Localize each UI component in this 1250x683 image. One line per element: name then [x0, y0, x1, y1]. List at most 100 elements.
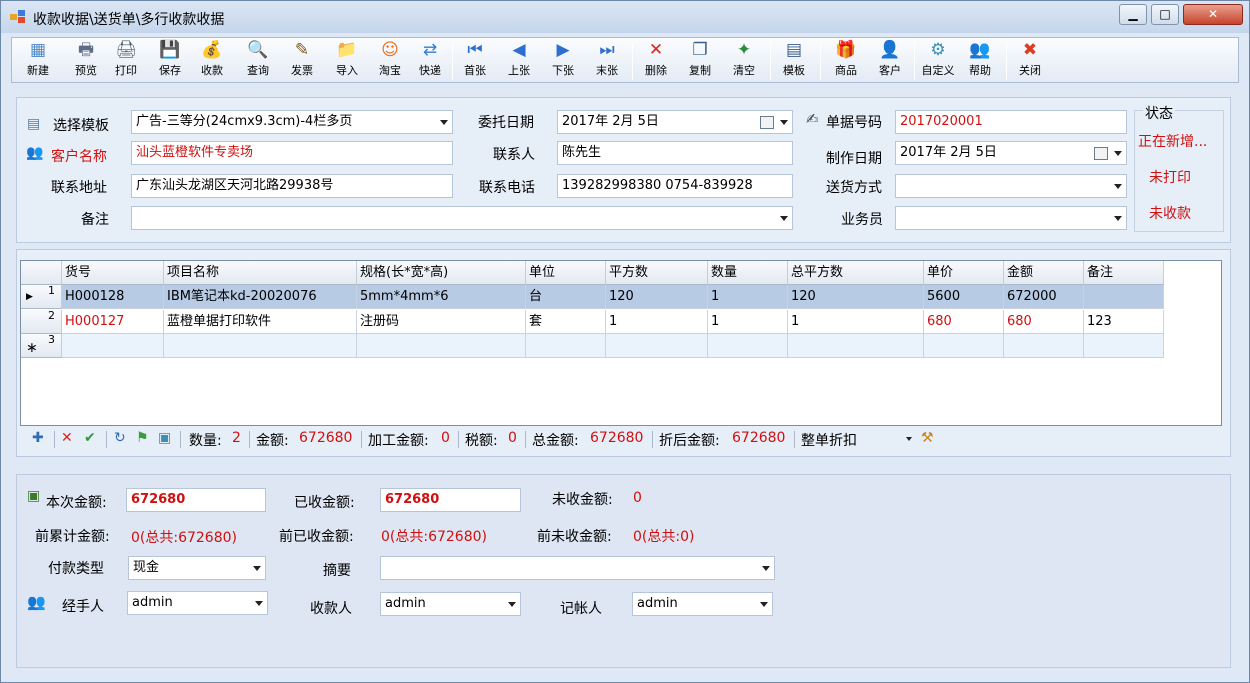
table-cell[interactable]: 5mm*4mm*6	[357, 285, 526, 309]
save-icon: 💾	[159, 40, 181, 60]
delete-row-icon[interactable]: ✕	[61, 430, 73, 446]
table-cell[interactable]: 套	[526, 310, 606, 334]
table-cell[interactable]	[606, 334, 708, 358]
table-cell[interactable]: 120	[788, 285, 924, 309]
delivery-select[interactable]	[895, 174, 1127, 198]
minimize-button[interactable]: ▁	[1119, 4, 1147, 25]
note-select[interactable]	[131, 206, 793, 230]
table-cell[interactable]: H000128	[62, 285, 164, 309]
first-button[interactable]: ⏮ 首张	[453, 40, 497, 80]
refresh-icon[interactable]: ↻	[114, 430, 126, 446]
receipt-button[interactable]: 💰 收款	[190, 40, 234, 80]
table-cell[interactable]: 680	[924, 310, 1004, 334]
last-button[interactable]: ⏭ 末张	[585, 40, 629, 80]
entrust-date-picker[interactable]: 2017年 2月 5日	[557, 110, 793, 134]
column-header[interactable]: 数量	[708, 261, 788, 285]
address-field[interactable]: 广东汕头龙湖区天河北路29938号	[131, 174, 453, 198]
column-header[interactable]: 单位	[526, 261, 606, 285]
confirm-row-icon[interactable]: ✔	[84, 430, 96, 446]
handler-select[interactable]: admin	[127, 591, 268, 615]
doc-no-field[interactable]: 2017020001	[895, 110, 1127, 134]
table-cell[interactable]: 5600	[924, 285, 1004, 309]
contact-field[interactable]: 陈先生	[557, 141, 793, 165]
table-row[interactable]: 2 H000127 蓝橙单据打印软件 注册码 套 1 1 1 680 680 1…	[21, 310, 1164, 334]
table-cell[interactable]: 1	[788, 310, 924, 334]
discount-tool-icon[interactable]: ⚒	[921, 430, 934, 446]
table-cell[interactable]	[164, 334, 357, 358]
table-cell[interactable]	[1004, 334, 1084, 358]
column-header[interactable]: 备注	[1084, 261, 1164, 285]
column-header[interactable]: 项目名称	[164, 261, 357, 285]
print-button[interactable]: 🖨 打印	[104, 40, 148, 80]
table-cell[interactable]: H000127	[62, 310, 164, 334]
next-button[interactable]: ▶ 下张	[541, 40, 585, 80]
table-cell[interactable]: 台	[526, 285, 606, 309]
table-cell[interactable]: 123	[1084, 310, 1164, 334]
table-cell[interactable]: 注册码	[357, 310, 526, 334]
clear-button[interactable]: ✦ 清空	[722, 40, 766, 80]
column-header[interactable]: 平方数	[606, 261, 708, 285]
close-window-button[interactable]: ✕	[1183, 4, 1243, 25]
table-row[interactable]: ▶ 1 H000128 IBM笔记本kd-20020076 5mm*4mm*6 …	[21, 285, 1164, 309]
goods-button[interactable]: 🎁 商品	[824, 40, 868, 80]
table-cell[interactable]	[357, 334, 526, 358]
taobao-button[interactable]: ☺ 淘宝	[368, 40, 412, 80]
column-header[interactable]: 总平方数	[788, 261, 924, 285]
help-button[interactable]: 👥 帮助	[958, 40, 1002, 80]
preview-button[interactable]: 🖶 预览	[64, 40, 108, 80]
customer-field[interactable]: 汕头蓝橙软件专卖场	[131, 141, 453, 165]
table-cell[interactable]: 1	[708, 285, 788, 309]
package-icon[interactable]: ▣	[158, 430, 171, 446]
whole-discount-select[interactable]	[866, 429, 916, 449]
column-header[interactable]: 货号	[62, 261, 164, 285]
column-header[interactable]: 金额	[1004, 261, 1084, 285]
table-cell[interactable]	[62, 334, 164, 358]
table-cell[interactable]: 672000	[1004, 285, 1084, 309]
table-cell[interactable]	[708, 334, 788, 358]
delete-label: 删除	[645, 64, 667, 77]
table-row-new[interactable]: ∗ 3	[21, 334, 1164, 358]
table-cell[interactable]: IBM笔记本kd-20020076	[164, 285, 357, 309]
search-button[interactable]: 🔍 查询	[236, 40, 280, 80]
prev-button[interactable]: ◀ 上张	[497, 40, 541, 80]
close-button[interactable]: ✖ 关闭	[1008, 40, 1052, 80]
table-cell[interactable]: 蓝橙单据打印软件	[164, 310, 357, 334]
column-header[interactable]: 单价	[924, 261, 1004, 285]
flag-icon[interactable]: ⚑	[136, 430, 149, 446]
table-cell[interactable]: 680	[1004, 310, 1084, 334]
tax-value: 0	[508, 430, 517, 446]
table-cell[interactable]: 120	[606, 285, 708, 309]
table-cell[interactable]: 1	[708, 310, 788, 334]
this-amount-field[interactable]: 672680	[126, 488, 266, 512]
invoice-button[interactable]: ✎ 发票	[280, 40, 324, 80]
new-button[interactable]: ▦ 新建	[16, 40, 60, 80]
bookkeeper-select[interactable]: admin	[632, 592, 773, 616]
table-cell[interactable]	[526, 334, 606, 358]
table-cell[interactable]	[924, 334, 1004, 358]
received-field[interactable]: 672680	[380, 488, 521, 512]
pay-type-select[interactable]: 现金	[128, 556, 266, 580]
express-button[interactable]: ⇄ 快递	[408, 40, 452, 80]
amount-value: 672680	[299, 430, 353, 446]
custom-button[interactable]: ⚙ 自定义	[916, 40, 960, 80]
collector-select[interactable]: admin	[380, 592, 521, 616]
delete-button[interactable]: ✕ 删除	[634, 40, 678, 80]
template-select[interactable]: 广告-三等分(24cmx9.3cm)-4栏多页	[131, 110, 453, 134]
summary-select[interactable]	[380, 556, 775, 580]
table-cell[interactable]: 1	[606, 310, 708, 334]
table-cell[interactable]	[1084, 285, 1164, 309]
salesman-select[interactable]	[895, 206, 1127, 230]
column-header[interactable]: 规格(长*宽*高)	[357, 261, 526, 285]
clear-icon: ✦	[736, 40, 752, 60]
save-button[interactable]: 💾 保存	[148, 40, 192, 80]
maximize-button[interactable]: □	[1151, 4, 1179, 25]
table-cell[interactable]	[788, 334, 924, 358]
import-button[interactable]: 📁 导入	[325, 40, 369, 80]
make-date-picker[interactable]: 2017年 2月 5日	[895, 141, 1127, 165]
copy-button[interactable]: ❐ 复制	[678, 40, 722, 80]
customer-button[interactable]: 👤 客户	[868, 40, 912, 80]
template-button[interactable]: ▤ 模板	[772, 40, 816, 80]
phone-field[interactable]: 139282998380 0754-839928	[557, 174, 793, 198]
add-row-icon[interactable]: ✚	[32, 430, 44, 446]
table-cell[interactable]	[1084, 334, 1164, 358]
